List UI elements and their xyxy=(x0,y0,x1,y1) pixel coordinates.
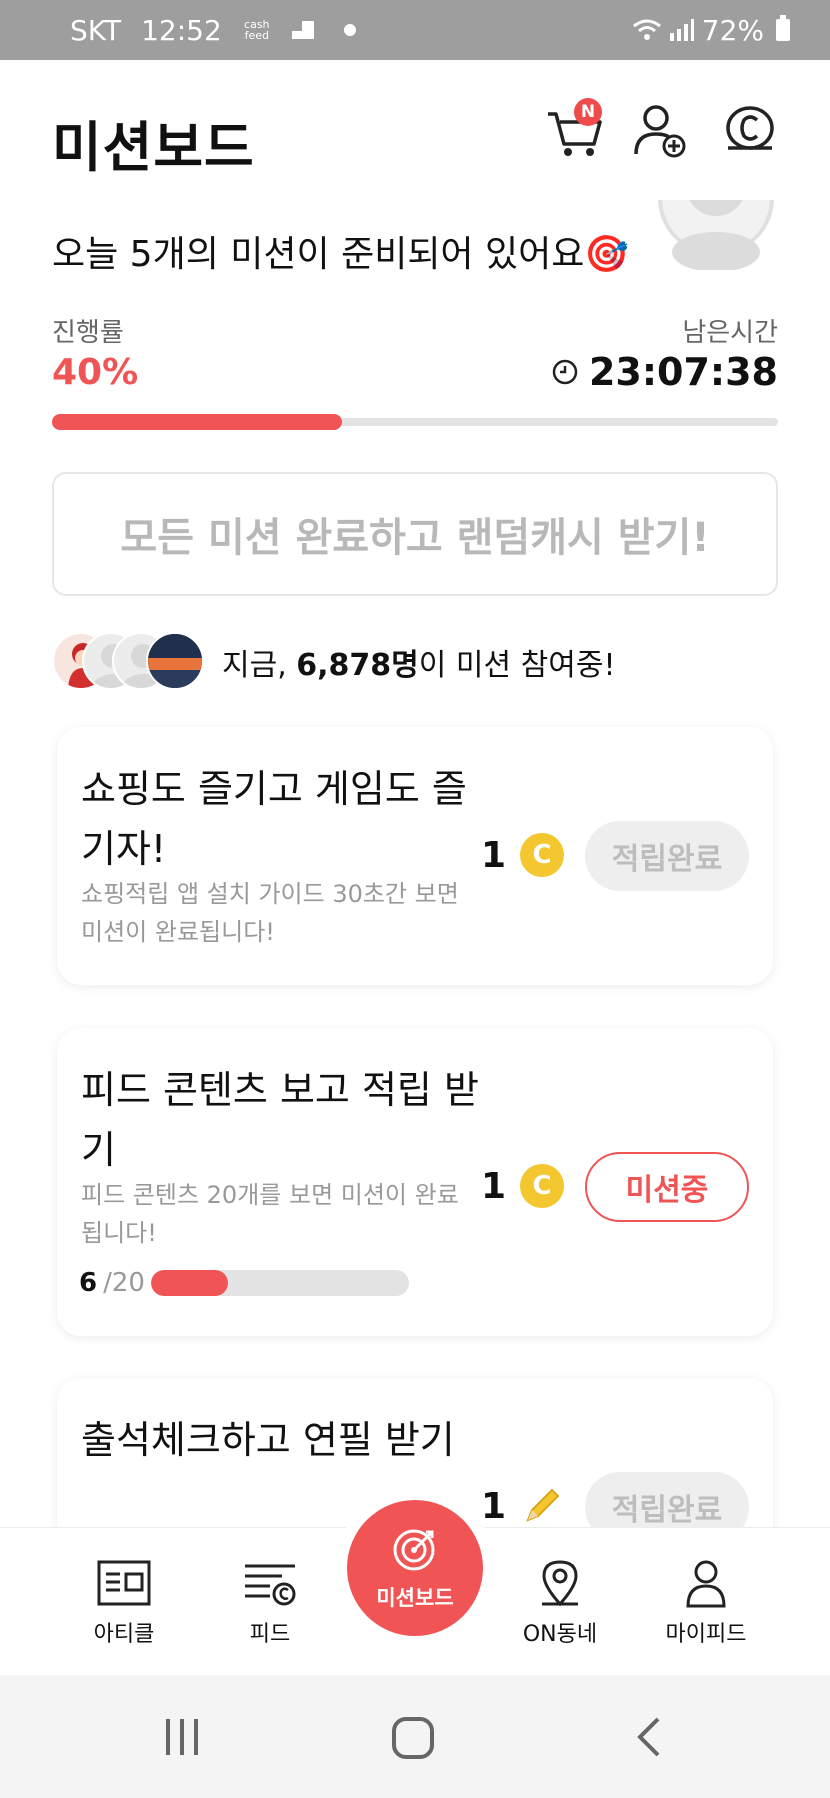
article-icon xyxy=(97,1560,151,1606)
mission-progress-bar xyxy=(150,1270,409,1296)
mission-reward: 1 xyxy=(481,1484,564,1528)
battery-level: 72% xyxy=(701,13,764,47)
user-icon xyxy=(686,1560,726,1608)
nav-feed-label: 피드 xyxy=(249,1622,291,1647)
participants-row: 지금, 6,878명이 미션 참여중! xyxy=(52,632,615,692)
coin-icon: C xyxy=(520,1164,565,1208)
feed-icon xyxy=(245,1564,296,1606)
nav-on-town-label: ON동네 xyxy=(522,1622,598,1647)
cashfeed-notification-icon: cash feed xyxy=(244,18,270,42)
remaining-time-label: 남은시간 xyxy=(682,318,778,348)
coin-icon: C xyxy=(520,833,565,877)
random-cash-reward-button[interactable]: 모든 미션 완료하고 랜덤캐시 받기! xyxy=(52,472,778,596)
participants-text: 지금, 6,878명이 미션 참여중! xyxy=(222,648,616,683)
system-navigation-bar xyxy=(0,1675,830,1798)
notification-dot-icon xyxy=(343,24,356,36)
nav-article-label: 아티클 xyxy=(93,1622,155,1647)
participant-avatar xyxy=(146,632,204,690)
clock: 12:52 xyxy=(141,13,222,47)
pencil-icon xyxy=(526,1488,560,1522)
nav-feed[interactable]: 피드 xyxy=(210,1558,330,1648)
coin-balance-button[interactable] xyxy=(720,100,780,160)
reward-amount: 1 xyxy=(481,834,507,876)
mission-card[interactable]: 쇼핑도 즐기고 게임도 즐기자! 쇼핑적립 앱 설치 가이드 30초간 보면 미… xyxy=(57,727,773,985)
mission-status-button[interactable]: 적립완료 xyxy=(585,821,749,891)
mission-progress: 6/20 xyxy=(79,1268,409,1298)
mission-card[interactable]: 피드 콘텐츠 보고 적립 받기 피드 콘텐츠 20개를 보면 미션이 완료됩니다… xyxy=(57,1028,773,1336)
app-notification-icon xyxy=(291,21,314,39)
recent-apps-icon[interactable] xyxy=(160,1715,204,1759)
location-pin-icon xyxy=(542,1560,578,1607)
mission-title: 출석체크하고 연필 받기 xyxy=(81,1418,455,1462)
mission-progress-total: /20 xyxy=(103,1268,145,1298)
progress-value: 40% xyxy=(52,352,139,393)
add-friend-button[interactable] xyxy=(630,100,690,160)
remaining-time-value: 23:07:38 xyxy=(588,350,778,394)
cart-new-badge: N xyxy=(574,98,602,126)
signal-icon xyxy=(669,19,694,41)
greeting-text: 오늘 5개의 미션이 준비되어 있어요🎯 xyxy=(52,234,630,275)
coin-icon xyxy=(726,106,774,150)
nav-myfeed-label: 마이피드 xyxy=(665,1622,747,1647)
mission-description: 쇼핑적립 앱 설치 가이드 30초간 보면 미션이 완료됩니다! xyxy=(81,880,459,946)
nav-missionboard-label: 미션보드 xyxy=(376,1586,454,1610)
nav-on-town[interactable]: ON동네 xyxy=(500,1558,620,1648)
add-friend-icon xyxy=(634,105,686,158)
mission-description: 피드 콘텐츠 20개를 보면 미션이 완료됩니다! xyxy=(81,1181,459,1247)
status-bar: SKT 12:52 cash feed 72% xyxy=(0,0,830,60)
participant-avatars xyxy=(52,632,212,692)
default-avatar-icon xyxy=(658,200,774,270)
home-icon[interactable] xyxy=(390,1715,436,1761)
back-icon[interactable] xyxy=(630,1715,670,1759)
mission-reward: 1 C xyxy=(481,833,565,877)
progress-bar xyxy=(52,414,778,430)
carrier-label: SKT xyxy=(70,13,122,47)
reward-amount: 1 xyxy=(481,1165,507,1207)
mission-progress-fill xyxy=(150,1270,229,1296)
mission-title: 쇼핑도 즐기고 게임도 즐기자! xyxy=(81,767,467,871)
reward-amount: 1 xyxy=(481,1485,507,1527)
bottom-navigation: 아티클 피드 미션보드 ON동네 마이피드 xyxy=(0,1500,830,1675)
profile-avatar[interactable] xyxy=(655,200,777,270)
mission-title: 피드 콘텐츠 보고 적립 받기 xyxy=(81,1068,479,1172)
target-icon xyxy=(393,1529,435,1571)
progress-bar-fill xyxy=(52,414,343,430)
cart-button[interactable]: N xyxy=(544,98,604,160)
mission-status-button[interactable]: 미션중 xyxy=(585,1152,749,1222)
mission-progress-current: 6 xyxy=(79,1268,98,1298)
nav-article[interactable]: 아티클 xyxy=(64,1558,184,1648)
wifi-icon xyxy=(632,19,661,40)
clock-icon xyxy=(552,359,578,385)
battery-icon xyxy=(776,15,790,41)
participant-count: 6,878명 xyxy=(296,648,419,683)
app-header: 미션보드 N xyxy=(0,60,830,210)
page-title: 미션보드 xyxy=(52,116,255,179)
nav-myfeed[interactable]: 마이피드 xyxy=(646,1558,766,1648)
remaining-time: 23:07:38 xyxy=(551,350,778,394)
nav-missionboard[interactable]: 미션보드 xyxy=(347,1500,483,1636)
progress-label: 진행률 xyxy=(52,318,124,348)
mission-reward: 1 C xyxy=(481,1164,565,1208)
